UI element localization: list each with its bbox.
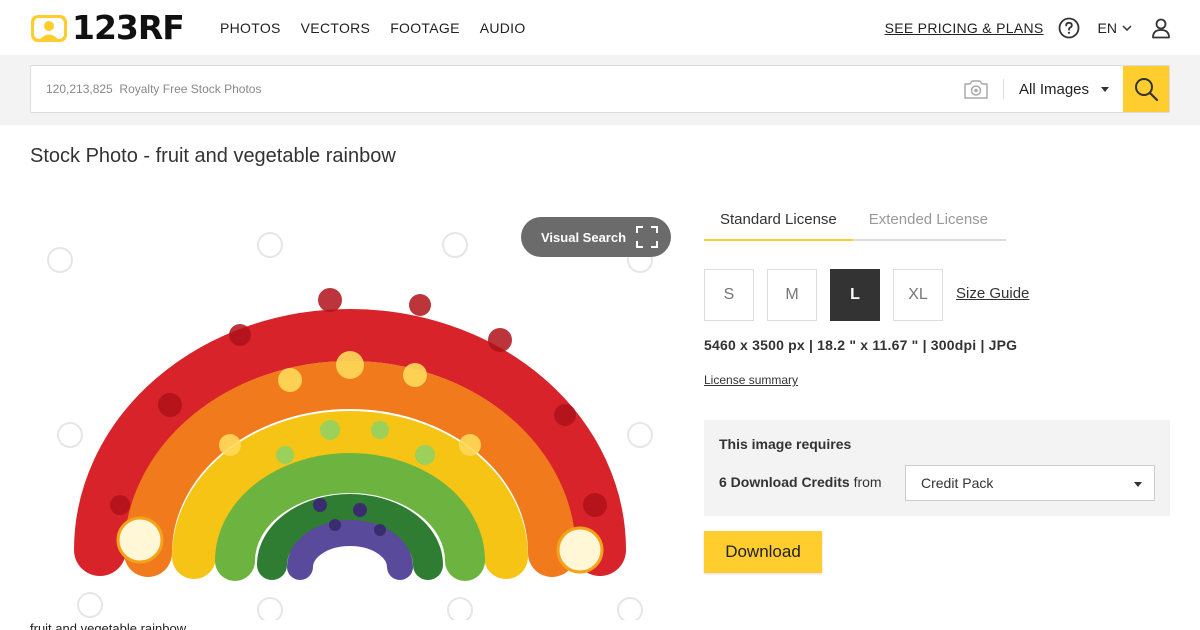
requires-label: This image requires [719, 436, 852, 452]
nav-audio[interactable]: AUDIO [480, 20, 526, 36]
search-input[interactable] [46, 66, 926, 112]
credits-box: This image requires 6 Download Credits f… [704, 420, 1170, 516]
license-summary-link[interactable]: License summary [704, 373, 798, 387]
logo-icon [31, 15, 67, 42]
chevron-down-icon [1122, 24, 1132, 31]
size-m-button[interactable]: M [767, 269, 817, 321]
page-title: Stock Photo - fruit and vegetable rainbo… [30, 145, 396, 167]
image-type-label: All Images [1019, 80, 1090, 98]
license-tabs: Standard License Extended License [704, 200, 1006, 241]
image-specs: 5460 x 3500 px | 18.2 " x 11.67 " | 300d… [704, 337, 1018, 353]
image-type-dropdown[interactable]: All Images [1019, 66, 1110, 112]
main-nav: PHOTOS VECTORS FOOTAGE AUDIO [220, 0, 526, 55]
search-icon [1135, 78, 1159, 102]
language-label: EN [1097, 19, 1117, 36]
credit-pack-dropdown[interactable]: Credit Pack [905, 465, 1155, 501]
pricing-link[interactable]: SEE PRICING & PLANS [885, 20, 1044, 36]
visual-search-button[interactable]: Visual Search [521, 217, 671, 257]
logo[interactable]: 123RF [30, 11, 192, 45]
size-s-button[interactable]: S [704, 269, 754, 321]
size-xl-button[interactable]: XL [893, 269, 943, 321]
credit-pack-label: Credit Pack [921, 475, 994, 491]
top-navigation: 123RF PHOTOS VECTORS FOOTAGE AUDIO SEE P… [0, 0, 1200, 55]
camera-icon[interactable] [963, 78, 989, 100]
caret-down-icon [1101, 86, 1110, 92]
search-band: All Images [0, 55, 1200, 125]
language-selector[interactable]: EN [1098, 20, 1132, 36]
stock-photo[interactable]: Visual Search [30, 205, 680, 620]
expand-icon [636, 226, 659, 248]
image-caption: fruit and vegetable rainbow [30, 621, 187, 630]
download-button[interactable]: Download [704, 531, 822, 573]
user-icon[interactable] [1150, 17, 1172, 39]
search-box: All Images [30, 65, 1170, 113]
nav-photos[interactable]: PHOTOS [220, 20, 281, 36]
credits-line: 6 Download Credits from [719, 474, 882, 490]
size-guide-link[interactable]: Size Guide [956, 285, 1029, 302]
search-button[interactable] [1123, 66, 1169, 112]
nav-footage[interactable]: FOOTAGE [390, 20, 460, 36]
tab-standard-license[interactable]: Standard License [704, 200, 853, 241]
credits-from: from [853, 474, 882, 490]
nav-right: SEE PRICING & PLANS EN [885, 0, 1172, 55]
size-options: S M L XL Size Guide [704, 269, 1029, 321]
tab-extended-license[interactable]: Extended License [853, 200, 1004, 239]
fruit-rainbow-image [47, 232, 653, 620]
help-icon[interactable] [1058, 17, 1080, 39]
logo-text: 123RF [72, 8, 185, 47]
size-l-button[interactable]: L [830, 269, 880, 321]
credits-amount: 6 Download Credits [719, 474, 850, 490]
caret-down-icon [1134, 482, 1142, 487]
search-divider [1003, 79, 1004, 99]
visual-search-label: Visual Search [541, 229, 627, 245]
nav-vectors[interactable]: VECTORS [301, 20, 371, 36]
